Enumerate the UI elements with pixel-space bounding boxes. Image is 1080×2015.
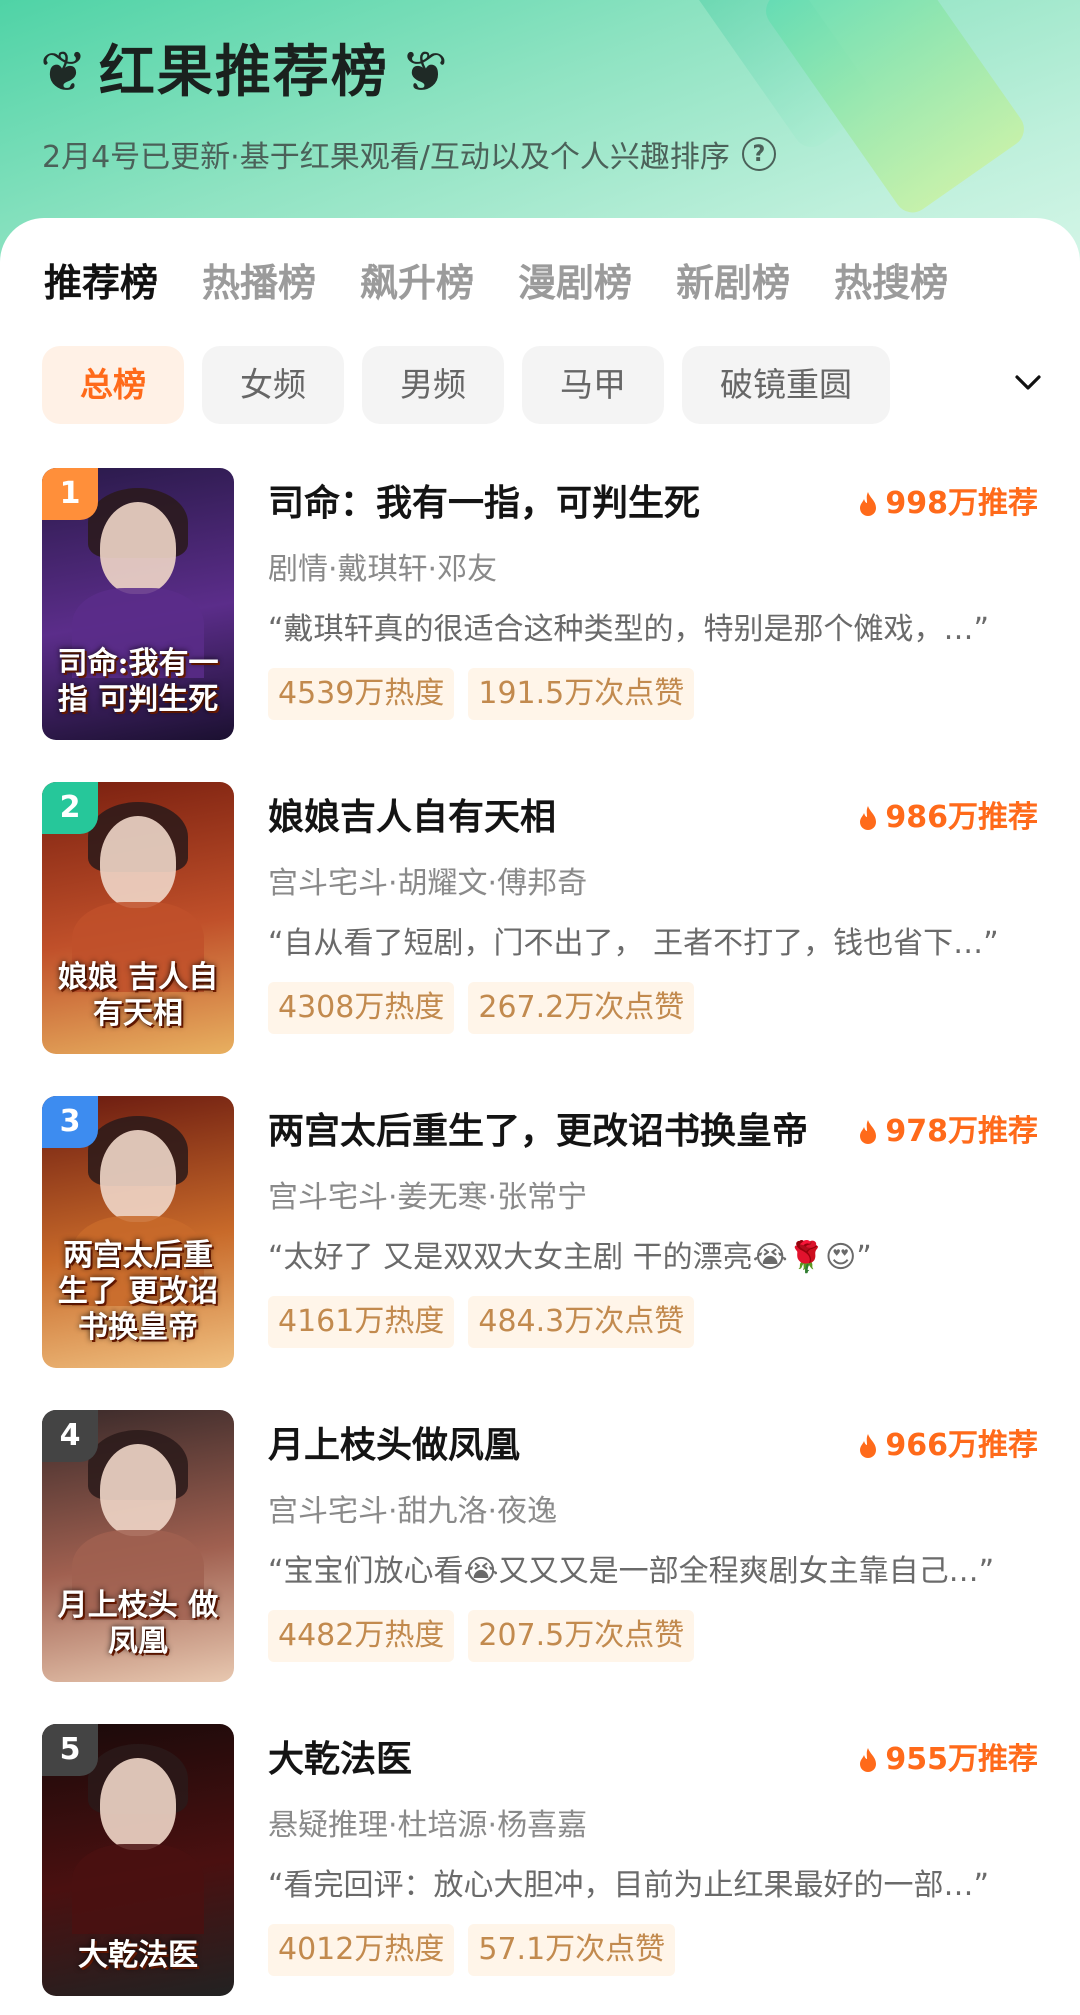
genre-cast: 宫斗宅斗·甜九洛·夜逸 — [268, 1494, 558, 1529]
laurel-left-icon: ❦ — [40, 40, 87, 105]
filter-chip-male[interactable]: 男频 — [362, 346, 504, 424]
flame-icon — [860, 492, 877, 516]
likes-badge: 484.3万次点赞 — [468, 1296, 695, 1348]
flame-icon — [860, 1748, 877, 1772]
heat-badge: 4161万热度 — [268, 1296, 455, 1348]
recommend-count: 998万推荐 — [857, 484, 1038, 524]
review-quote: “看完回评：放心大胆冲，目前为止红果最好的一部…” — [268, 1868, 990, 1903]
review-quote: “自从看了短剧，门不出了， 王者不打了，钱也省下…” — [268, 926, 999, 961]
review-quote: “太好了 又是双双大女主剧 干的漂亮😭🌹😍” — [268, 1240, 872, 1275]
rank-badge: 4 — [42, 1410, 98, 1462]
tab-rising[interactable]: 飙升榜 — [360, 248, 474, 318]
stat-badges: 4539万热度 191.5万次点赞 — [268, 668, 708, 720]
list-item[interactable]: 大乾法医 5 大乾法医 955万推荐 悬疑推理·杜培源·杨喜嘉 “看完回评：放心… — [0, 1724, 1080, 2015]
heat-badge: 4012万热度 — [268, 1924, 455, 1976]
tab-new-drama[interactable]: 新剧榜 — [676, 248, 790, 318]
list-item[interactable]: 两宫太后重生了 更改诏书换皇帝 3 两宫太后重生了，更改诏书换皇帝 978万推荐… — [0, 1096, 1080, 1410]
help-icon[interactable]: ? — [741, 137, 776, 171]
filter-chip-overall[interactable]: 总榜 — [42, 346, 184, 424]
rank-badge: 1 — [42, 468, 98, 520]
poster-title: 娘娘 吉人自有天相 — [57, 960, 219, 1031]
recommend-label: 986万推荐 — [885, 800, 1038, 835]
list-item[interactable]: 司命:我有一指 可判生死 1 司命：我有一指，可判生死 998万推荐 剧情·戴琪… — [0, 468, 1080, 782]
review-quote: “宝宝们放心看😭又又又是一部全程爽剧女主靠自己…” — [268, 1554, 995, 1589]
title-row: ❦ 红果推荐榜 ❦ — [40, 38, 448, 108]
likes-badge: 191.5万次点赞 — [468, 668, 695, 720]
chevron-down-icon[interactable] — [1014, 368, 1042, 396]
show-title[interactable]: 月上枝头做凤凰 — [268, 1424, 838, 1468]
poster-title: 两宫太后重生了 更改诏书换皇帝 — [57, 1238, 219, 1345]
genre-cast: 宫斗宅斗·姜无寒·张常宁 — [268, 1180, 588, 1215]
poster-title: 月上枝头 做凤凰 — [57, 1588, 219, 1659]
review-quote: “戴琪轩真的很适合这种类型的，特别是那个傩戏，…” — [268, 612, 990, 647]
stat-badges: 4308万热度 267.2万次点赞 — [268, 982, 708, 1034]
ranking-panel: 推荐榜 热播榜 飙升榜 漫剧榜 新剧榜 热搜榜 总榜 女频 男频 马甲 破镜重圆… — [0, 218, 1080, 2015]
stat-badges: 4482万热度 207.5万次点赞 — [268, 1610, 708, 1662]
stat-badges: 4161万热度 484.3万次点赞 — [268, 1296, 708, 1348]
flame-icon — [860, 806, 877, 830]
show-title[interactable]: 两宫太后重生了，更改诏书换皇帝 — [268, 1110, 838, 1154]
show-title[interactable]: 大乾法医 — [268, 1738, 838, 1782]
poster-title: 司命:我有一指 可判生死 — [57, 646, 219, 717]
rank-badge: 5 — [42, 1724, 98, 1776]
list-item[interactable]: 娘娘 吉人自有天相 2 娘娘吉人自有天相 986万推荐 宫斗宅斗·胡耀文·傅邦奇… — [0, 782, 1080, 1096]
poster-figure-face — [100, 1444, 176, 1536]
recommend-label: 998万推荐 — [885, 486, 1038, 521]
filter-chip-disguise[interactable]: 马甲 — [522, 346, 664, 424]
genre-cast: 宫斗宅斗·胡耀文·傅邦奇 — [268, 866, 588, 901]
page-title: 红果推荐榜 — [98, 40, 389, 105]
recommend-label: 966万推荐 — [885, 1428, 1038, 1463]
recommend-count: 978万推荐 — [857, 1112, 1038, 1152]
stat-badges: 4012万热度 57.1万次点赞 — [268, 1924, 689, 1976]
recommend-label: 955万推荐 — [885, 1742, 1038, 1777]
heat-badge: 4308万热度 — [268, 982, 455, 1034]
tab-hot-play[interactable]: 热播榜 — [202, 248, 316, 318]
filter-chip-reunion[interactable]: 破镜重圆 — [682, 346, 890, 424]
flame-icon — [860, 1120, 877, 1144]
likes-badge: 207.5万次点赞 — [468, 1610, 695, 1662]
subtitle-row: 2月4号已更新·基于红果观看/互动以及个人兴趣排序 ? — [42, 132, 776, 176]
filter-chips: 总榜 女频 男频 马甲 破镜重圆 — [42, 346, 908, 424]
flame-icon — [860, 1434, 877, 1458]
filter-chip-female[interactable]: 女频 — [202, 346, 344, 424]
genre-cast: 悬疑推理·杜培源·杨喜嘉 — [268, 1808, 588, 1843]
recommend-count: 986万推荐 — [857, 798, 1038, 838]
update-subtitle: 2月4号已更新·基于红果观看/互动以及个人兴趣排序 — [42, 140, 730, 175]
poster-figure-face — [100, 816, 176, 908]
genre-cast: 剧情·戴琪轩·邓友 — [268, 552, 498, 587]
ranking-tabs: 推荐榜 热播榜 飙升榜 漫剧榜 新剧榜 热搜榜 — [0, 248, 1080, 318]
list-item[interactable]: 月上枝头 做凤凰 4 月上枝头做凤凰 966万推荐 宫斗宅斗·甜九洛·夜逸 “宝… — [0, 1410, 1080, 1724]
poster-figure-face — [100, 1758, 176, 1850]
show-title[interactable]: 司命：我有一指，可判生死 — [268, 482, 838, 526]
show-title[interactable]: 娘娘吉人自有天相 — [268, 796, 838, 840]
tab-hot-search[interactable]: 热搜榜 — [834, 248, 948, 318]
recommend-count: 966万推荐 — [857, 1426, 1038, 1466]
rank-badge: 2 — [42, 782, 98, 834]
poster-figure-face — [100, 502, 176, 594]
heat-badge: 4482万热度 — [268, 1610, 455, 1662]
tab-comic-drama[interactable]: 漫剧榜 — [518, 248, 632, 318]
tab-recommend[interactable]: 推荐榜 — [44, 248, 158, 318]
likes-badge: 57.1万次点赞 — [468, 1924, 676, 1976]
poster-figure-body — [72, 1844, 204, 1934]
recommend-label: 978万推荐 — [885, 1114, 1038, 1149]
laurel-right-icon: ❦ — [400, 40, 448, 105]
poster-figure-face — [100, 1130, 176, 1222]
likes-badge: 267.2万次点赞 — [468, 982, 695, 1034]
poster-title: 大乾法医 — [78, 1938, 198, 1973]
recommend-count: 955万推荐 — [857, 1740, 1038, 1780]
heat-badge: 4539万热度 — [268, 668, 455, 720]
rank-badge: 3 — [42, 1096, 98, 1148]
